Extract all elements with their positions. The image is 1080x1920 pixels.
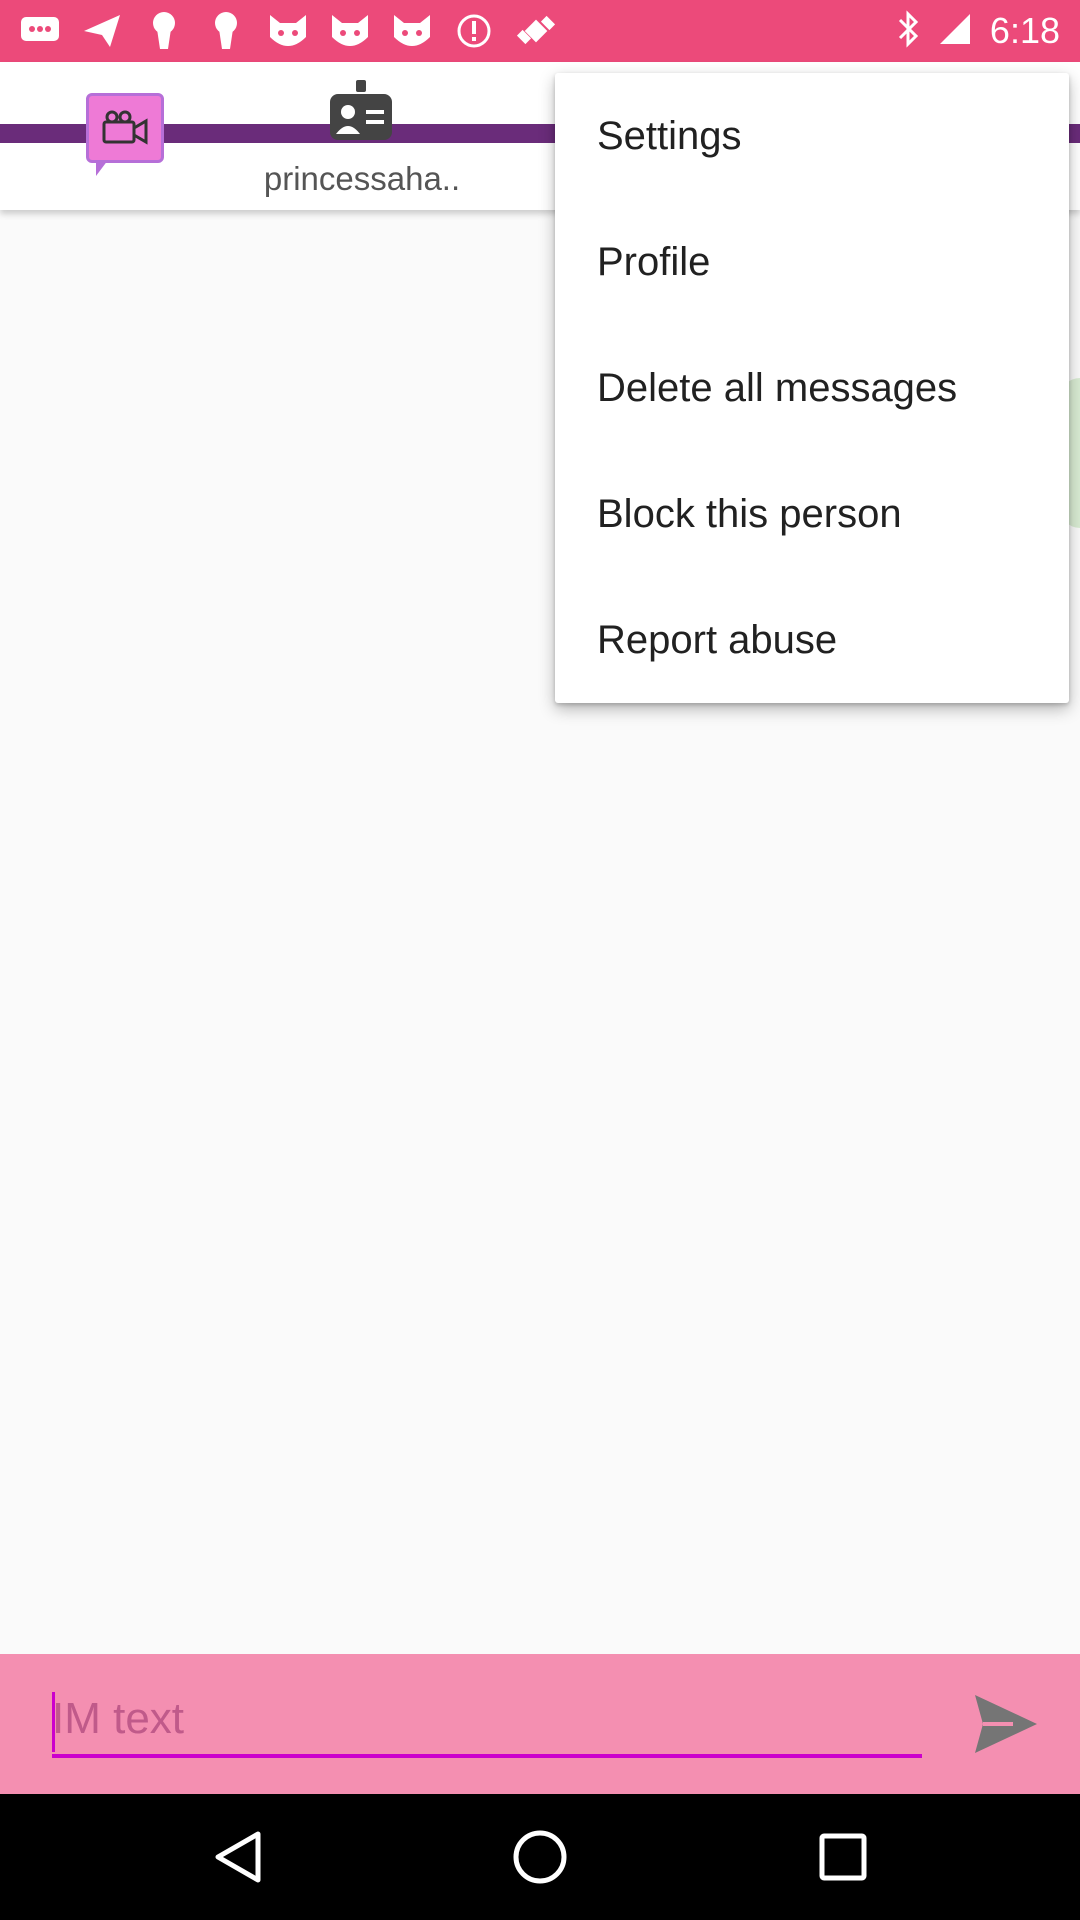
- menu-item-profile[interactable]: Profile: [555, 199, 1069, 325]
- alert-icon: [452, 9, 496, 53]
- menu-item-block-person[interactable]: Block this person: [555, 451, 1069, 577]
- system-status: 6:18: [896, 8, 1060, 54]
- send-icon: [975, 1695, 1037, 1753]
- home-button[interactable]: [510, 1827, 570, 1887]
- video-camera-icon: [102, 110, 148, 145]
- overflow-menu: Settings Profile Delete all messages Blo…: [555, 73, 1069, 703]
- messages-icon: [18, 9, 62, 53]
- profile-tab-label[interactable]: princessaha..: [230, 160, 494, 198]
- menu-item-settings[interactable]: Settings: [555, 73, 1069, 199]
- send-button[interactable]: [966, 1684, 1046, 1764]
- back-triangle-icon: [215, 1831, 261, 1883]
- recent-apps-button[interactable]: [813, 1827, 873, 1887]
- satellite-fake-icon: [514, 9, 558, 53]
- message-input-bar: [0, 1654, 1080, 1794]
- recent-square-icon: [819, 1833, 867, 1881]
- text-cursor: [52, 1692, 55, 1752]
- signal-icon: [938, 12, 972, 51]
- video-call-tab[interactable]: [86, 93, 164, 163]
- keyhole-icon: [142, 9, 186, 53]
- home-circle-icon: [513, 1830, 567, 1884]
- send-icon: [80, 9, 124, 53]
- video-tab-pointer: [96, 160, 120, 176]
- navigation-bar: [0, 1794, 1080, 1920]
- cat-icon: [390, 9, 434, 53]
- menu-item-report-abuse[interactable]: Report abuse: [555, 577, 1069, 703]
- keyhole-icon: [204, 9, 248, 53]
- clock: 6:18: [989, 10, 1060, 51]
- bluetooth-icon: [896, 9, 920, 53]
- notification-icons: [18, 8, 558, 54]
- status-bar: 6:18: [0, 0, 1080, 62]
- menu-item-delete-all-messages[interactable]: Delete all messages: [555, 325, 1069, 451]
- back-button[interactable]: [207, 1827, 267, 1887]
- im-text-input[interactable]: [52, 1684, 922, 1758]
- cat-icon: [328, 9, 372, 53]
- cat-icon: [266, 9, 310, 53]
- contact-card-icon[interactable]: [328, 80, 394, 150]
